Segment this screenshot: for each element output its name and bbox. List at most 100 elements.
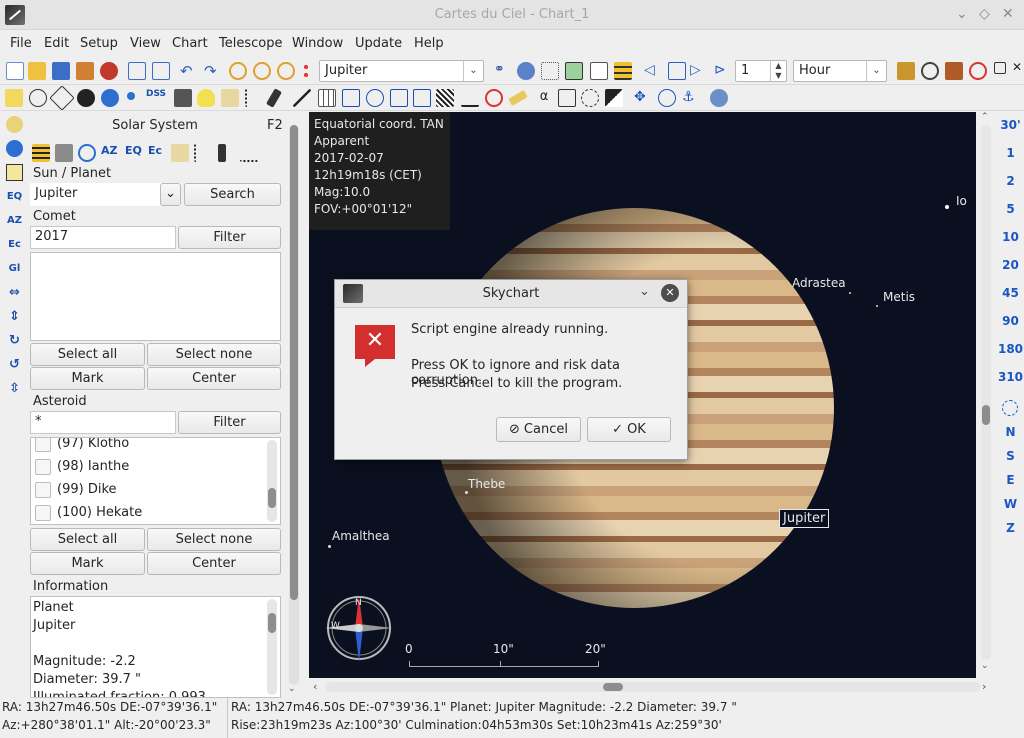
menu-chart[interactable]: Chart [172, 36, 208, 51]
galactic-projection-button[interactable]: Gl [6, 260, 23, 277]
comet-icon[interactable] [245, 89, 263, 107]
chart-vscrollbar[interactable] [981, 125, 991, 660]
zoom-in-icon[interactable] [229, 62, 247, 80]
jupiter-label[interactable]: Jupiter [779, 509, 830, 528]
flip-horizontal-icon[interactable]: ⇔ [6, 284, 23, 301]
ecliptic-projection-button[interactable]: Ec [6, 236, 23, 253]
menu-update[interactable]: Update [355, 36, 402, 51]
eyepiece-icon[interactable] [581, 89, 599, 107]
asteroid-list-scrollbar[interactable] [267, 440, 277, 522]
lightbulb-icon[interactable] [197, 89, 215, 107]
search-button[interactable]: Search [184, 183, 281, 206]
panel-scrollbar[interactable] [289, 125, 299, 685]
settings-icon[interactable] [100, 62, 118, 80]
moon-label-adrastea[interactable]: Adrastea [792, 276, 846, 290]
find-object-icon[interactable] [302, 63, 310, 79]
alpha-labels-icon[interactable]: α [535, 89, 553, 107]
view-east-button[interactable]: E [997, 473, 1024, 487]
scroll-right-icon[interactable]: › [982, 680, 986, 693]
tools-icon[interactable] [945, 62, 963, 80]
fov-310-button[interactable]: 310 [997, 370, 1024, 384]
step-forward-icon[interactable]: ▷ [690, 62, 708, 80]
planet-select[interactable]: Jupiter [30, 183, 181, 206]
moon-label-metis[interactable]: Metis [883, 290, 915, 304]
pen-icon[interactable] [266, 88, 282, 108]
spin-arrows-icon[interactable]: ▲ ▼ [770, 61, 786, 81]
chevron-down-icon[interactable]: ⌄ [160, 183, 181, 206]
tab-comet-icon[interactable] [194, 144, 212, 162]
zoom-fit-icon[interactable] [277, 62, 295, 80]
tab-az[interactable]: AZ [101, 144, 119, 162]
grid-icon[interactable] [318, 89, 336, 107]
compass-icon[interactable] [366, 89, 384, 107]
step-spinbox[interactable]: 1 ▲ ▼ [735, 60, 787, 82]
scrollbar-thumb[interactable] [268, 613, 276, 633]
asteroid-filter-input[interactable]: * [30, 411, 176, 434]
chevron-down-icon[interactable]: ⌄ [639, 284, 650, 299]
scroll-left-icon[interactable]: ‹ [313, 680, 317, 693]
az-projection-button[interactable]: AZ [6, 212, 23, 229]
eq-grid-icon[interactable] [342, 89, 360, 107]
fov-10-button[interactable]: 10 [997, 230, 1024, 244]
telescope-icon[interactable] [897, 62, 915, 80]
asteroid-center-button[interactable]: Center [147, 552, 281, 575]
metis-dot[interactable] [876, 305, 878, 307]
comet-filter-input[interactable]: 2017 [30, 226, 176, 249]
redo-icon[interactable]: ↷ [204, 62, 222, 80]
constellation-icon[interactable] [390, 89, 408, 107]
pointer-icon[interactable] [558, 89, 576, 107]
ruler-icon[interactable] [508, 90, 528, 106]
scroll-up-icon[interactable]: ⌃ [981, 112, 989, 122]
menu-setup[interactable]: Setup [80, 36, 118, 51]
undo-icon[interactable]: ↶ [180, 62, 198, 80]
calendar-icon[interactable] [590, 62, 608, 80]
chevron-down-icon[interactable]: ⌄ [463, 61, 483, 81]
scrollbar-thumb[interactable] [603, 683, 623, 691]
user-position-icon[interactable] [517, 62, 535, 80]
fov-90-button[interactable]: 90 [997, 314, 1024, 328]
view-north-button[interactable]: N [997, 425, 1024, 439]
night-mode-icon[interactable] [605, 89, 623, 107]
dss-button[interactable]: DSS [146, 89, 170, 107]
fov-2-button[interactable]: 2 [997, 174, 1024, 188]
tab-track-icon[interactable] [240, 144, 258, 162]
rotate-right-icon[interactable]: ↻ [6, 332, 23, 349]
comet-filter-button[interactable]: Filter [178, 226, 281, 249]
time-unit-combo[interactable]: Hour ⌄ [793, 60, 887, 82]
comet-select-all-button[interactable]: Select all [30, 343, 145, 366]
asteroid-select-none-button[interactable]: Select none [147, 528, 281, 551]
restore-panel-icon[interactable] [994, 62, 1006, 74]
minimize-icon[interactable]: ⌄ [956, 6, 968, 22]
zenith-circle-icon[interactable] [1002, 400, 1018, 416]
horizon-view-icon[interactable] [6, 116, 23, 133]
eq-projection-button[interactable]: EQ [6, 188, 23, 205]
asteroid-checkbox[interactable] [35, 482, 51, 498]
dialog-close-icon[interactable]: ✕ [661, 284, 679, 302]
view-south-button[interactable]: S [997, 449, 1024, 463]
menu-window[interactable]: Window [292, 36, 343, 51]
scrollbar-thumb[interactable] [290, 125, 298, 600]
menu-file[interactable]: File [10, 36, 32, 51]
nebula-icon[interactable] [29, 89, 47, 107]
cancel-button[interactable]: ⊘ Cancel [496, 417, 581, 442]
thebe-dot[interactable] [465, 491, 468, 494]
fov-20-button[interactable]: 20 [997, 258, 1024, 272]
milky-way-icon[interactable] [436, 89, 454, 107]
menu-view[interactable]: View [130, 36, 161, 51]
moon-label-io[interactable]: Io [956, 194, 967, 208]
horizon-icon[interactable] [461, 89, 479, 107]
fov-1-button[interactable]: 1 [997, 146, 1024, 160]
asteroid-checkbox[interactable] [35, 438, 51, 452]
amalthea-dot[interactable] [328, 545, 331, 548]
line-icon[interactable] [293, 89, 311, 107]
menu-edit[interactable]: Edit [44, 36, 69, 51]
chart-setting-icon[interactable] [6, 164, 23, 181]
chevron-down-icon[interactable]: ⌄ [866, 61, 886, 81]
screen-icon[interactable] [565, 62, 583, 80]
object-search-combo[interactable]: Jupiter ⌄ [319, 60, 484, 82]
step-back-icon[interactable]: ◁ [644, 62, 662, 80]
tab-pen-icon[interactable] [218, 144, 226, 162]
open-folder-icon[interactable] [28, 62, 46, 80]
stop-icon[interactable] [668, 62, 686, 80]
zoom-out-icon[interactable] [253, 62, 271, 80]
